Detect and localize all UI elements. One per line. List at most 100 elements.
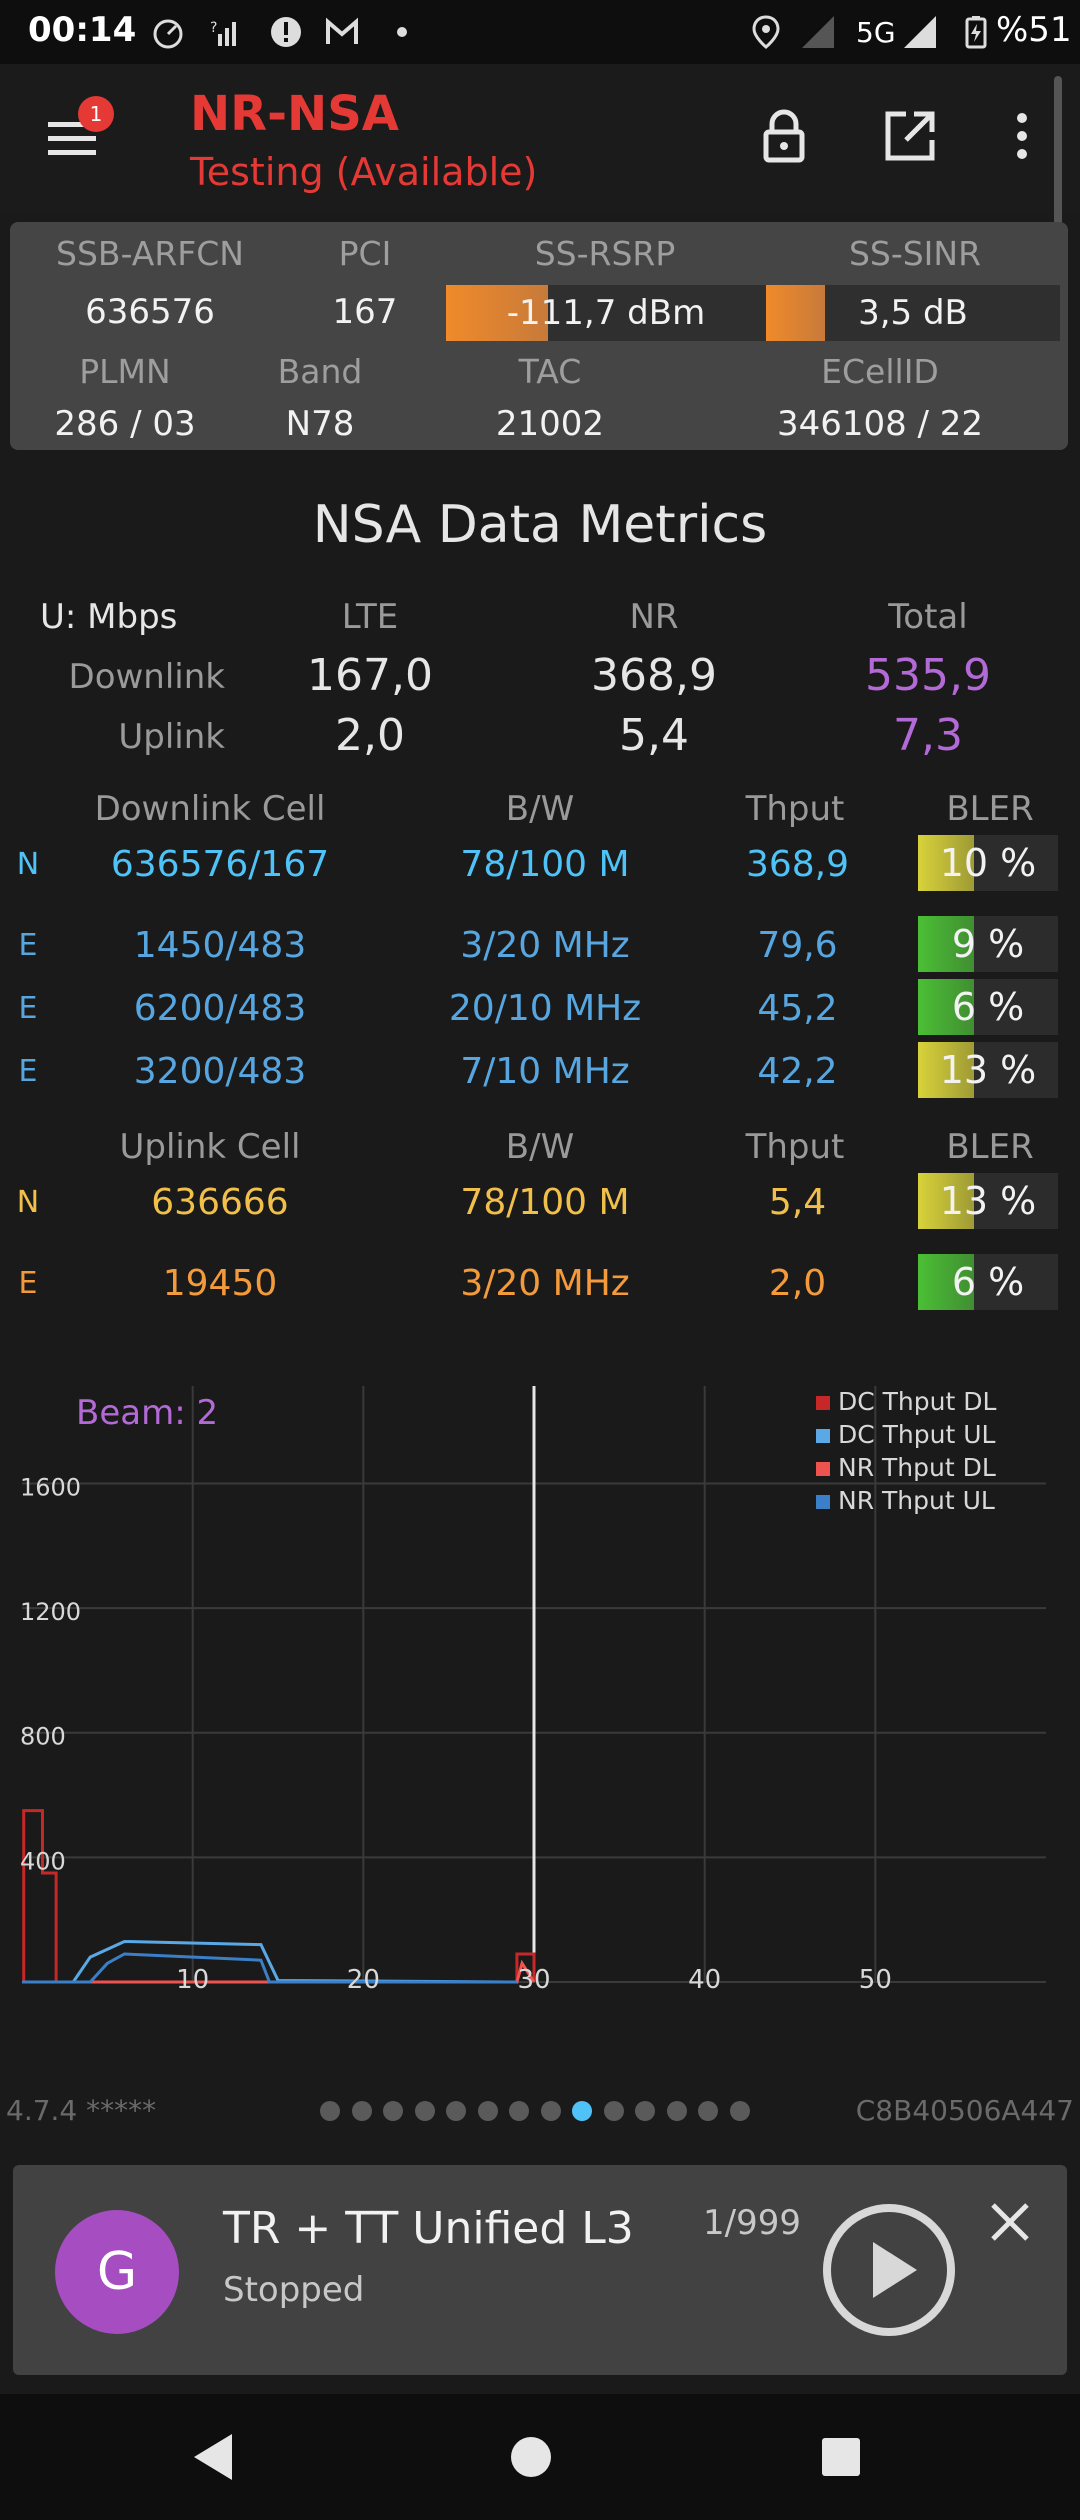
header-ecellid: ECellID [821,352,939,391]
signal-icon [904,16,936,48]
beam-annotation: Beam: 2 [76,1393,218,1433]
legend-swatch [816,1462,830,1476]
battery-level: %51 [996,10,1072,50]
page-dot[interactable] [572,2101,592,2121]
x-tick-label: 20 [347,1965,380,1995]
ul-header-bler: BLER [946,1127,1034,1167]
page-dot[interactable] [320,2101,340,2121]
lock-icon[interactable] [754,106,814,166]
status-bar: 00:14 ? 5G %51 [0,0,1080,64]
legend-swatch [816,1429,830,1443]
series-line [22,1809,536,1984]
dl-header-bw: B/W [505,789,575,829]
alert-circle-icon [271,17,301,47]
script-player-card: G TR + TT Unified L3 Stopped 1/999 [13,2165,1067,2375]
ul-bandwidth: 78/100 M [460,1182,630,1223]
page-dot[interactable] [351,2101,372,2121]
x-tick-label: 40 [688,1965,721,1995]
page-dot[interactable] [603,2101,624,2121]
battery-charging-icon [965,16,987,49]
dl-tech: E [18,928,38,963]
page-dot[interactable] [446,2101,466,2121]
y-tick-label: 400 [20,1847,66,1875]
ul-cell-id: 636666 [151,1182,289,1223]
dl-cell-id: 6200/483 [133,988,307,1029]
value-ssb-arfcn: 636576 [85,292,215,332]
page-dot[interactable] [540,2101,561,2121]
dl-bler-meter: 9 % [918,916,1058,972]
recents-icon[interactable] [818,2434,864,2480]
value-ecellid: 346108 / 22 [776,404,984,444]
throughput-chart[interactable]: 400 800 1200 1600 10 20 30 40 50 Beam: 2 DC Thput… [0,1380,1080,2000]
avatar: G [55,2210,179,2334]
close-icon[interactable] [985,2197,1035,2247]
dl-tech: N [16,847,40,882]
page-dot[interactable] [666,2101,687,2121]
downlink-lte: 167,0 [307,650,433,701]
x-tick-label: 10 [176,1965,209,1995]
legend-label: NR Thput UL [838,1486,995,1515]
downlink-total: 535,9 [865,650,991,701]
device-id: C8B40506A447 [855,2094,1074,2127]
play-button[interactable] [821,2202,957,2338]
value-pci: 167 [332,292,398,332]
ul-bandwidth: 3/20 MHz [460,1263,630,1304]
page-dot[interactable] [635,2101,655,2121]
ul-bler-meter: 6 % [918,1254,1058,1310]
uplink-lte: 2,0 [335,710,405,761]
y-tick-label: 1600 [20,1473,81,1501]
open-external-icon[interactable] [880,106,940,166]
header-plmn: PLMN [79,352,171,391]
dl-bandwidth: 7/10 MHz [460,1051,630,1092]
notification-badge: 1 [78,96,114,132]
dl-thput: 42,2 [757,1051,838,1092]
page-dot[interactable] [698,2101,718,2121]
script-counter: 1/999 [703,2203,801,2243]
script-status: Stopped [223,2270,365,2310]
script-title: TR + TT Unified L3 [223,2203,634,2254]
speedometer-icon [153,19,183,49]
page-dot[interactable] [477,2101,498,2121]
app-bar: 1 NR-NSA Testing (Available) [0,64,1080,316]
page-dot[interactable] [414,2101,435,2121]
more-vert-icon[interactable] [992,106,1052,166]
col-total: Total [888,597,968,637]
page-dot[interactable] [509,2101,529,2121]
page-dot[interactable] [383,2101,403,2121]
dot-icon [397,27,407,37]
ul-thput: 2,0 [768,1263,827,1304]
header-ss-sinr: SS-SINR [848,234,982,273]
svg-text:?: ? [210,20,217,36]
dl-thput: 368,9 [745,844,850,885]
dl-header-bler: BLER [946,789,1034,829]
back-icon[interactable] [188,2430,238,2484]
dl-bler: 9 % [951,922,1025,966]
dl-thput: 79,6 [757,925,838,966]
ul-bler: 6 % [951,1260,1025,1304]
uplink-nr: 5,4 [619,710,689,761]
ul-cell-id: 19450 [162,1263,278,1304]
uplink-total: 7,3 [893,710,963,761]
legend-swatch [816,1495,830,1509]
dl-header-thput: Thput [745,789,845,829]
row-downlink-label: Downlink [68,657,225,697]
dl-cell-id: 3200/483 [133,1051,307,1092]
dl-bandwidth: 78/100 M [460,844,630,885]
rsrp-meter: -111,7 dBm [446,285,766,341]
home-icon[interactable] [506,2432,556,2482]
ul-bler-meter: 13 % [918,1173,1058,1229]
y-tick-label: 1200 [20,1598,81,1626]
dl-bler-meter: 10 % [918,835,1058,891]
gmail-icon [326,17,358,44]
signal-question-icon: ? [210,20,236,46]
page-dot[interactable] [729,2101,750,2121]
value-ss-rsrp: -111,7 dBm [506,293,706,333]
app-subtitle: Testing (Available) [190,150,538,194]
serving-cell-panel: SSB-ARFCN PCI SS-RSRP SS-SINR 636576 167… [10,222,1068,450]
legend-swatch [816,1396,830,1410]
dl-tech: E [18,1054,38,1089]
app-version: 4.7.4 ***** [6,2094,157,2127]
status-time: 00:14 [28,10,137,50]
value-band: N78 [285,404,355,444]
x-tick-label: 30 [517,1965,550,1995]
